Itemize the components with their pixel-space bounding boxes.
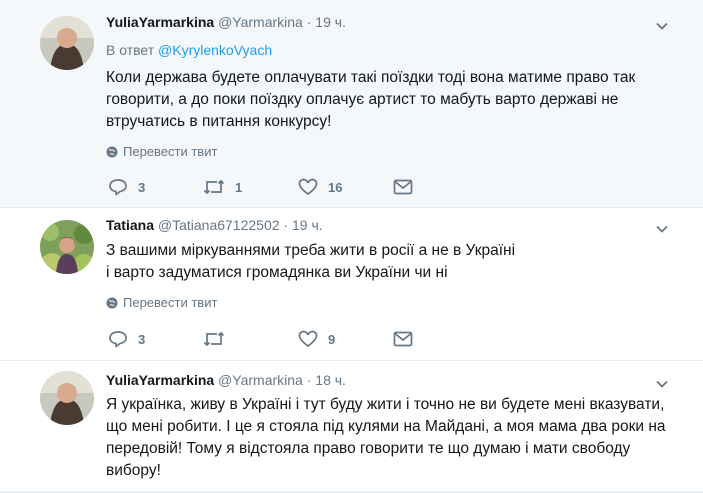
translate-link[interactable]: Перевести твит xyxy=(106,295,217,310)
reply-icon xyxy=(109,179,127,196)
tweet-header: YuliaYarmarkina @Yarmarkina · 19 ч. xyxy=(106,14,346,30)
chevron-down-icon[interactable] xyxy=(655,222,669,236)
author-handle[interactable]: @Yarmarkina xyxy=(218,14,303,30)
retweet-icon xyxy=(203,179,225,195)
message-button[interactable] xyxy=(393,179,488,195)
reply-context: В ответ @KyrylenkoVyach xyxy=(106,42,272,58)
message-button[interactable] xyxy=(393,331,488,347)
retweet-icon xyxy=(203,331,225,347)
like-count: 9 xyxy=(328,331,336,347)
tweet-text: Я українка, живу в Україні і тут буду жи… xyxy=(106,396,666,479)
tweet-text: Коли держава будете оплачувати такі поїз… xyxy=(106,69,636,130)
reply-count: 3 xyxy=(138,331,146,347)
timestamp[interactable]: 19 ч. xyxy=(315,14,346,30)
tweet-2[interactable]: Tatiana @Tatiana67122502 · 19 ч. З вашим… xyxy=(0,208,703,361)
like-button[interactable]: 9 xyxy=(298,330,393,348)
tweet-1[interactable]: YuliaYarmarkina @Yarmarkina · 19 ч. В от… xyxy=(0,0,703,208)
reply-button[interactable]: 3 xyxy=(108,178,203,196)
tweet-text-line: і варто задуматися громадянка ви України… xyxy=(106,264,448,281)
envelope-icon xyxy=(393,331,413,347)
tweet-header: Tatiana @Tatiana67122502 · 19 ч. xyxy=(106,217,323,233)
chevron-down-icon[interactable] xyxy=(655,377,669,391)
tweet-text-line: З вашими міркуваннями треба жити в росії… xyxy=(106,242,516,259)
reply-to-link[interactable]: @KyrylenkoVyach xyxy=(158,42,272,58)
reply-button[interactable]: 3 xyxy=(108,330,203,348)
reply-prefix: В ответ xyxy=(106,42,159,58)
translate-label[interactable]: Перевести твит xyxy=(123,295,217,310)
like-button[interactable]: 16 xyxy=(298,178,393,196)
timestamp[interactable]: 19 ч. xyxy=(292,217,323,233)
tweet-header: YuliaYarmarkina @Yarmarkina · 18 ч. xyxy=(106,372,346,388)
timestamp[interactable]: 18 ч. xyxy=(315,372,346,388)
like-count: 16 xyxy=(328,179,343,195)
author-handle[interactable]: @Yarmarkina xyxy=(218,372,303,388)
tweet-3[interactable]: YuliaYarmarkina @Yarmarkina · 18 ч. Я ук… xyxy=(0,361,703,493)
separator: · xyxy=(283,217,289,233)
retweet-button[interactable]: 1 xyxy=(203,178,298,196)
author-name[interactable]: YuliaYarmarkina xyxy=(106,372,214,388)
envelope-icon xyxy=(393,179,413,195)
author-name[interactable]: Tatiana xyxy=(106,217,154,233)
separator: · xyxy=(306,14,312,30)
avatar[interactable] xyxy=(40,16,94,70)
tweet-actions: 3 9 xyxy=(108,330,488,348)
translate-link[interactable]: Перевести твит xyxy=(106,144,217,159)
separator: · xyxy=(306,372,312,388)
author-name[interactable]: YuliaYarmarkina xyxy=(106,14,214,30)
tweet-text: З вашими міркуваннями треба жити в росії… xyxy=(106,240,676,284)
avatar[interactable] xyxy=(40,220,94,274)
reply-icon xyxy=(109,331,127,348)
reply-count: 3 xyxy=(138,179,146,195)
tweet-actions: 3 1 16 xyxy=(108,178,488,196)
globe-icon xyxy=(106,297,118,308)
avatar[interactable] xyxy=(40,371,94,425)
author-handle[interactable]: @Tatiana67122502 xyxy=(158,217,280,233)
retweet-button[interactable] xyxy=(203,330,298,348)
retweet-count: 1 xyxy=(235,179,243,195)
heart-icon xyxy=(298,330,318,347)
translate-label[interactable]: Перевести твит xyxy=(123,144,217,159)
heart-icon xyxy=(298,178,318,195)
globe-icon xyxy=(106,146,118,157)
chevron-down-icon[interactable] xyxy=(655,19,669,33)
